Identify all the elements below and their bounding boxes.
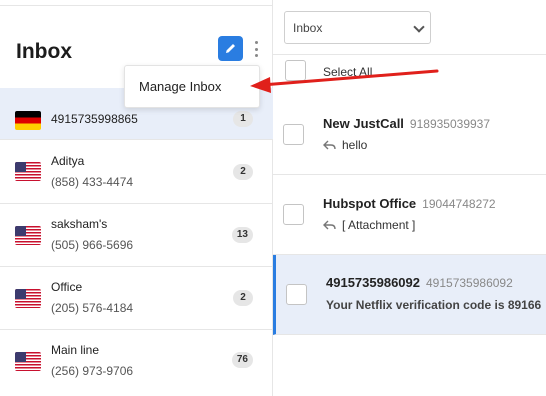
message-row[interactable]: New JustCall 918935039937 hello [273,95,546,175]
number-phone: (256) 973-9706 [51,364,134,378]
number-name: Main line [51,343,100,357]
sidebar: Inbox Manage Inbox 4915735998865 1 Adity… [0,0,273,396]
unread-count-badge: 2 [233,164,253,180]
us-flag-icon [15,162,41,181]
message-row[interactable]: 4915735986092 4915735986092 Your Netflix … [273,255,546,335]
sidebar-item-number[interactable]: Main line (256) 973-9706 76 [0,330,273,396]
reply-icon [323,220,336,230]
reply-icon [323,140,336,150]
number-name: saksham's [51,217,108,231]
number-phone: (205) 576-4184 [51,301,134,315]
contact-name: New JustCall [323,116,404,131]
page-title: Inbox [16,40,72,63]
us-flag-icon [15,226,41,245]
sidebar-item-number[interactable]: Aditya (858) 433-4474 2 [0,140,273,204]
inbox-filter-select[interactable]: Inbox [284,11,431,44]
number-name: Aditya [51,154,85,168]
message-list-panel: Inbox Select All New JustCall 91893503993… [273,0,546,396]
number-phone: (858) 433-4474 [51,175,134,189]
contact-name: Hubspot Office [323,196,417,211]
unread-count-badge: 76 [231,352,253,368]
de-flag-icon [15,111,41,130]
unread-count-badge: 1 [233,111,253,127]
select-all-label: Select All [323,65,373,79]
number-label: 4915735998865 [51,112,138,126]
contact-name: 4915735986092 [326,275,420,290]
message-preview: Your Netflix verification code is 89166 [326,298,542,312]
contact-number: 4915735986092 [426,276,513,290]
us-flag-icon [15,289,41,308]
sidebar-item-number[interactable]: Office (205) 576-4184 2 [0,267,273,330]
message-preview: [ Attachment ] [342,218,416,232]
more-options-icon[interactable] [251,39,261,59]
chevron-down-icon [413,21,425,33]
divider [0,5,273,6]
divider [273,54,546,55]
number-phone: (505) 966-5696 [51,238,134,252]
contact-number: 918935039937 [409,117,491,131]
message-checkbox[interactable] [286,284,307,305]
sidebar-item-number[interactable]: saksham's (505) 966-5696 13 [0,204,273,267]
inbox-options-menu: Manage Inbox [124,65,260,108]
select-all-checkbox[interactable] [285,60,306,81]
message-checkbox[interactable] [283,204,304,225]
message-checkbox[interactable] [283,124,304,145]
pencil-icon [226,44,235,53]
filter-value: Inbox [293,21,323,35]
unread-count-badge: 13 [231,227,253,243]
message-preview: hello [342,138,368,152]
compose-button[interactable] [218,36,243,61]
manage-inbox-menu-item[interactable]: Manage Inbox [139,79,221,94]
contact-number: 19044748272 [422,197,496,211]
number-name: Office [51,280,83,294]
us-flag-icon [15,352,41,371]
unread-count-badge: 2 [233,290,253,306]
message-row[interactable]: Hubspot Office 19044748272 [ Attachment ] [273,175,546,255]
